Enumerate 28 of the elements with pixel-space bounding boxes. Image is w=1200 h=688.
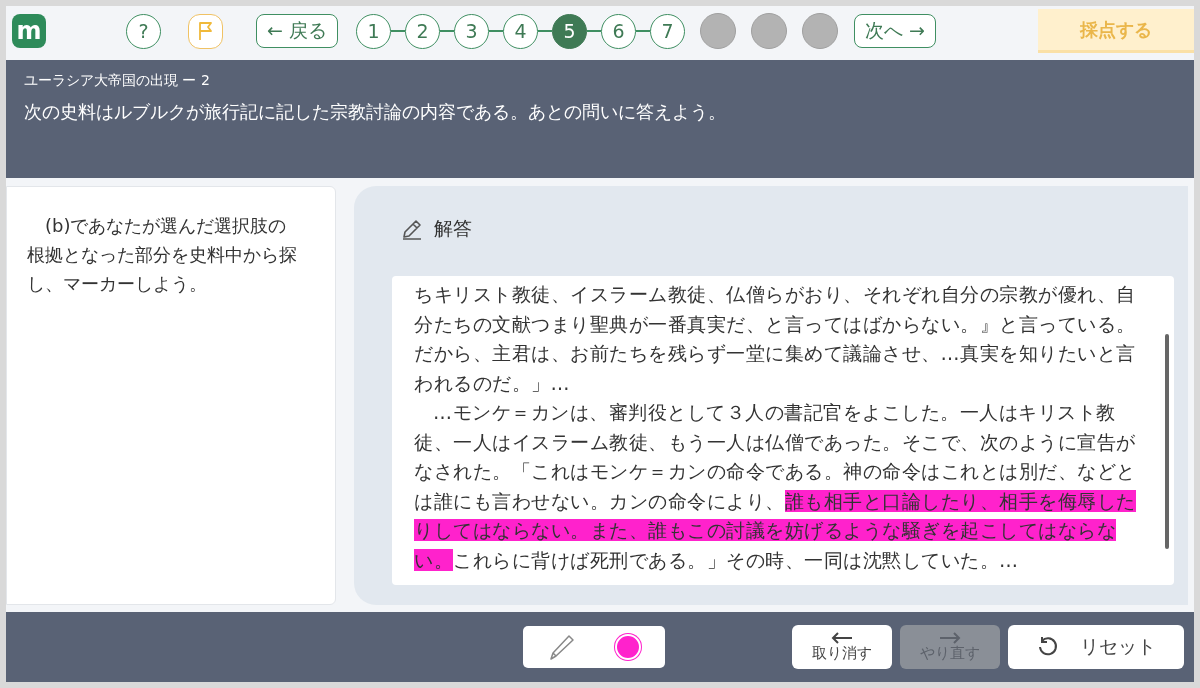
next-button[interactable]: 次へ → xyxy=(853,14,936,48)
step-button[interactable]: 3 xyxy=(453,13,489,49)
step-button[interactable]: 6 xyxy=(600,13,636,49)
lesson-title: ユーラシア大帝国の出現 ー 2 xyxy=(24,72,211,90)
undo-button[interactable]: 取り消す xyxy=(792,625,892,669)
help-button[interactable]: ? xyxy=(126,13,161,49)
instruction-text: (b)であなたが選んだ選択肢の根拠となった部分を史料中から探し、マーカーしよう。 xyxy=(27,214,298,296)
pencil-icon xyxy=(400,217,424,241)
scrollbar[interactable] xyxy=(1165,334,1169,549)
step-button[interactable]: 2 xyxy=(404,13,440,49)
step-button[interactable]: 7 xyxy=(649,13,685,49)
reset-button[interactable]: リセット xyxy=(1008,625,1184,669)
step-button[interactable]: 5 xyxy=(551,13,587,49)
back-button[interactable]: ← 戻る xyxy=(256,14,338,48)
flag-button[interactable] xyxy=(188,13,223,49)
reset-icon xyxy=(1036,636,1058,658)
source-paragraph: …モンケ＝カンは、審判役として３人の書記官をよこした。一人はキリスト教徒、一人はイスラーム教徒、もう一人は仏僧であった。そこで、次のように宣告がなされた。「これはモンケ＝カンの命令である。神の命令はこれとは別だ、などとは誰にも言わせない。カンの命令により、誰も相手と口論したり、相手を侮辱したりしてはならない。また、誰もこの討議を妨げるような騒ぎを起こしてはならない。これらに背けば死刑である。」その時、一同は沈黙していた。… xyxy=(414,400,1137,573)
marker-color-swatch[interactable] xyxy=(615,634,641,660)
step-button[interactable]: 1 xyxy=(355,13,391,49)
flag-icon xyxy=(196,21,215,41)
step-button[interactable]: 4 xyxy=(502,13,538,49)
app-logo: m xyxy=(12,14,46,48)
answer-heading: 解答 xyxy=(434,216,472,241)
pencil-icon[interactable] xyxy=(547,632,577,662)
right-arrow-icon xyxy=(938,631,962,644)
left-arrow-icon xyxy=(830,631,854,644)
source-paragraph: ちキリスト教徒、イスラーム教徒、仏僧らがおり、それぞれ自分の宗教が優れ、自分たちの文献つまり聖典が一番真実だ、と言ってはばからない。』と言っている。だから、主君は、お前たちを残らず一堂に集めて議論させ、…真実を知りたいと言われるのだ。」… xyxy=(414,282,1137,396)
question-text: 次の史料はルブルクが旅行記に記した宗教討論の内容である。あとの問いに答えよう。 xyxy=(24,100,727,124)
